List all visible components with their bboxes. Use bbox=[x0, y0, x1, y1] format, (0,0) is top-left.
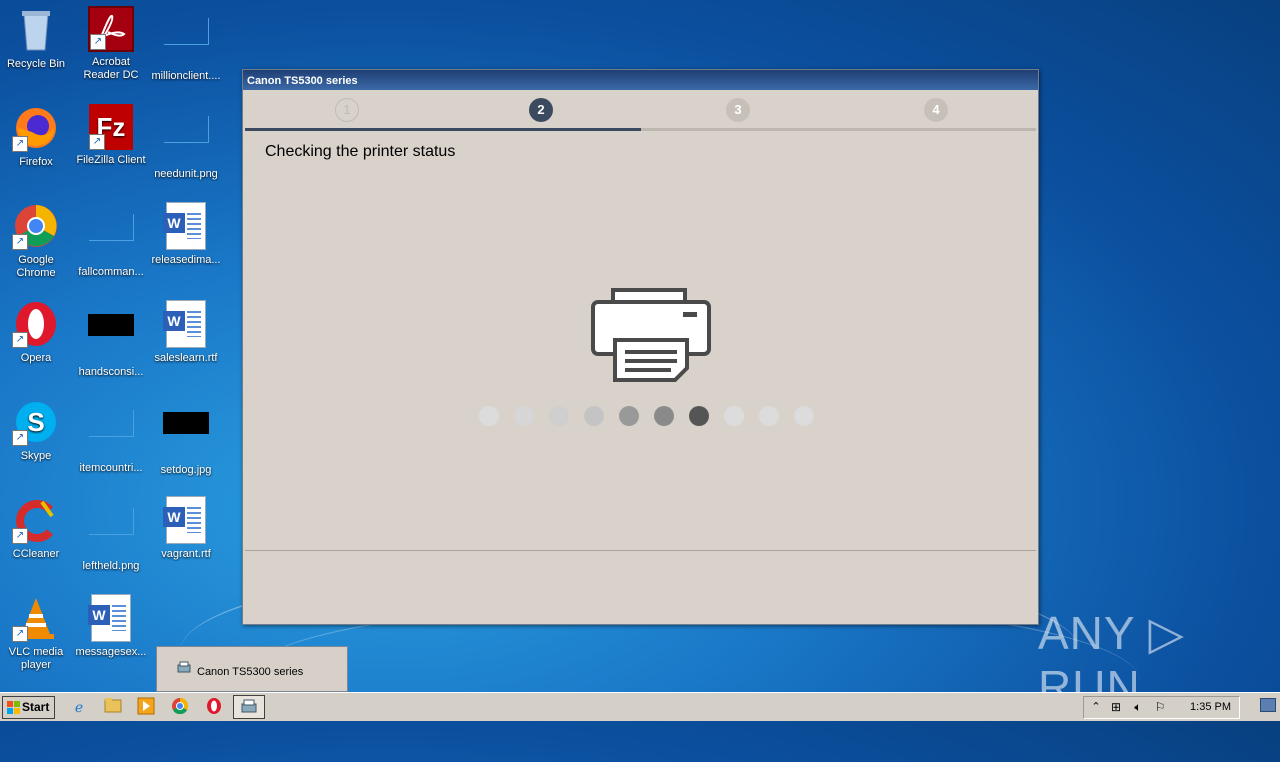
image-thumbnail-icon bbox=[162, 412, 210, 460]
canon-taskbar-button[interactable] bbox=[233, 695, 265, 719]
vlc-cone-icon: ↗ bbox=[12, 594, 60, 642]
desktop-icon-file[interactable]: leftheld.png bbox=[73, 496, 149, 573]
taskbar-window-preview[interactable]: Canon TS5300 series bbox=[156, 646, 348, 692]
chrome-taskbar-icon[interactable] bbox=[170, 697, 190, 717]
clock[interactable]: 1:35 PM bbox=[1190, 701, 1231, 713]
file-thumbnail-icon bbox=[87, 508, 135, 556]
desktop-icon-file[interactable]: W releasedima... bbox=[148, 202, 224, 267]
word-document-icon: W bbox=[162, 300, 210, 348]
file-thumbnail-icon bbox=[162, 116, 210, 164]
loading-dots bbox=[479, 406, 814, 426]
step-indicator: 1 2 3 4 bbox=[243, 90, 1038, 131]
taskbar: Start ℯ ⌃ ⊞ 🔈︎ ⚐ 1:35 PM bbox=[0, 692, 1280, 721]
shortcut-arrow-icon: ↗ bbox=[12, 136, 28, 152]
desktop-icon-filezilla[interactable]: Fz ↗ FileZilla Client bbox=[73, 104, 149, 167]
loading-dot bbox=[794, 406, 814, 426]
word-document-icon: W bbox=[162, 496, 210, 544]
show-hidden-icons-icon[interactable]: ⌃ bbox=[1086, 697, 1106, 717]
skype-icon: S ↗ bbox=[12, 398, 60, 446]
status-title: Checking the printer status bbox=[265, 143, 456, 160]
desktop-icon-file[interactable]: W saleslearn.rtf bbox=[148, 300, 224, 365]
action-center-flag-icon[interactable]: ⚐ bbox=[1150, 697, 1170, 717]
acrobat-icon: ↗ bbox=[88, 6, 134, 52]
filezilla-icon: Fz ↗ bbox=[89, 104, 133, 150]
preview-title: Canon TS5300 series bbox=[197, 666, 304, 678]
printer-icon bbox=[591, 288, 713, 387]
loading-dot bbox=[514, 406, 534, 426]
shortcut-arrow-icon: ↗ bbox=[12, 332, 28, 348]
dialog-title-bar[interactable]: Canon TS5300 series bbox=[243, 70, 1038, 90]
loading-dot bbox=[479, 406, 499, 426]
shortcut-arrow-icon: ↗ bbox=[12, 528, 28, 544]
desktop-icon-skype[interactable]: S ↗ Skype bbox=[0, 398, 74, 463]
desktop-icon-opera[interactable]: ↗ Opera bbox=[0, 300, 74, 365]
media-player-icon[interactable] bbox=[136, 697, 156, 717]
shortcut-arrow-icon: ↗ bbox=[90, 34, 106, 50]
desktop-icon-file[interactable]: itemcountri... bbox=[73, 398, 149, 475]
file-thumbnail-icon bbox=[87, 410, 135, 458]
svg-text:S: S bbox=[27, 407, 44, 437]
show-desktop-button[interactable] bbox=[1260, 698, 1276, 712]
loading-dot bbox=[549, 406, 569, 426]
desktop-icon-ccleaner[interactable]: ↗ CCleaner bbox=[0, 496, 74, 561]
word-document-icon: W bbox=[87, 594, 135, 642]
desktop-icon-firefox[interactable]: ↗ Firefox bbox=[0, 104, 74, 169]
recycle-bin-icon bbox=[12, 6, 60, 54]
opera-taskbar-icon[interactable] bbox=[204, 697, 224, 717]
system-tray: ⌃ ⊞ 🔈︎ ⚐ 1:35 PM bbox=[1083, 696, 1240, 719]
desktop-icon-vlc[interactable]: ↗ VLC media player bbox=[0, 594, 74, 672]
shortcut-arrow-icon: ↗ bbox=[12, 430, 28, 446]
step-progress-track bbox=[245, 128, 1036, 131]
step-progress-fill bbox=[245, 128, 641, 131]
desktop-icon-acrobat-reader[interactable]: ↗ Acrobat Reader DC bbox=[73, 6, 149, 82]
firefox-icon: ↗ bbox=[12, 104, 60, 152]
chrome-icon: ↗ bbox=[12, 202, 60, 250]
canon-setup-dialog: Canon TS5300 series 1 2 3 4 Checking the… bbox=[242, 69, 1039, 625]
loading-dot bbox=[724, 406, 744, 426]
canon-app-icon bbox=[241, 699, 257, 713]
desktop-icon-file[interactable]: handsconsi... bbox=[73, 300, 149, 379]
desktop-icon-file[interactable]: W messagesex... bbox=[73, 594, 149, 659]
shortcut-arrow-icon: ↗ bbox=[12, 234, 28, 250]
step-4: 4 bbox=[924, 98, 948, 122]
shortcut-arrow-icon: ↗ bbox=[12, 626, 28, 642]
loading-dot bbox=[619, 406, 639, 426]
file-thumbnail-icon bbox=[162, 18, 210, 66]
loading-dot bbox=[689, 406, 709, 426]
image-thumbnail-icon bbox=[87, 314, 135, 362]
desktop-icon-file[interactable]: fallcomman... bbox=[73, 202, 149, 279]
step-1-done: 1 bbox=[335, 98, 359, 122]
loading-dot bbox=[759, 406, 779, 426]
windows-flag-icon bbox=[7, 701, 20, 714]
desktop-icon-file[interactable]: setdog.jpg bbox=[148, 398, 224, 477]
start-button[interactable]: Start bbox=[2, 696, 55, 719]
desktop-icon-file[interactable]: needunit.png bbox=[148, 104, 224, 181]
volume-icon[interactable]: 🔈︎ bbox=[1128, 697, 1148, 717]
loading-dot bbox=[654, 406, 674, 426]
step-2-active: 2 bbox=[529, 98, 553, 122]
network-icon[interactable]: ⊞ bbox=[1106, 697, 1126, 717]
dialog-footer-divider bbox=[245, 550, 1036, 551]
ie-icon[interactable]: ℯ bbox=[69, 697, 89, 717]
desktop-icon-google-chrome[interactable]: ↗ Google Chrome bbox=[0, 202, 74, 280]
shortcut-arrow-icon: ↗ bbox=[89, 134, 105, 150]
word-document-icon: W bbox=[162, 202, 210, 250]
file-thumbnail-icon bbox=[87, 214, 135, 262]
canon-app-icon bbox=[177, 661, 191, 673]
desktop-icon-file[interactable]: W vagrant.rtf bbox=[148, 496, 224, 561]
desktop-icon-file[interactable]: millionclient.... bbox=[148, 6, 224, 83]
desktop-icon-recycle-bin[interactable]: Recycle Bin bbox=[0, 6, 74, 71]
opera-icon: ↗ bbox=[12, 300, 60, 348]
explorer-folder-icon[interactable] bbox=[103, 697, 123, 717]
step-3: 3 bbox=[726, 98, 750, 122]
loading-dot bbox=[584, 406, 604, 426]
dialog-title: Canon TS5300 series bbox=[247, 75, 358, 87]
ccleaner-icon: ↗ bbox=[12, 496, 60, 544]
